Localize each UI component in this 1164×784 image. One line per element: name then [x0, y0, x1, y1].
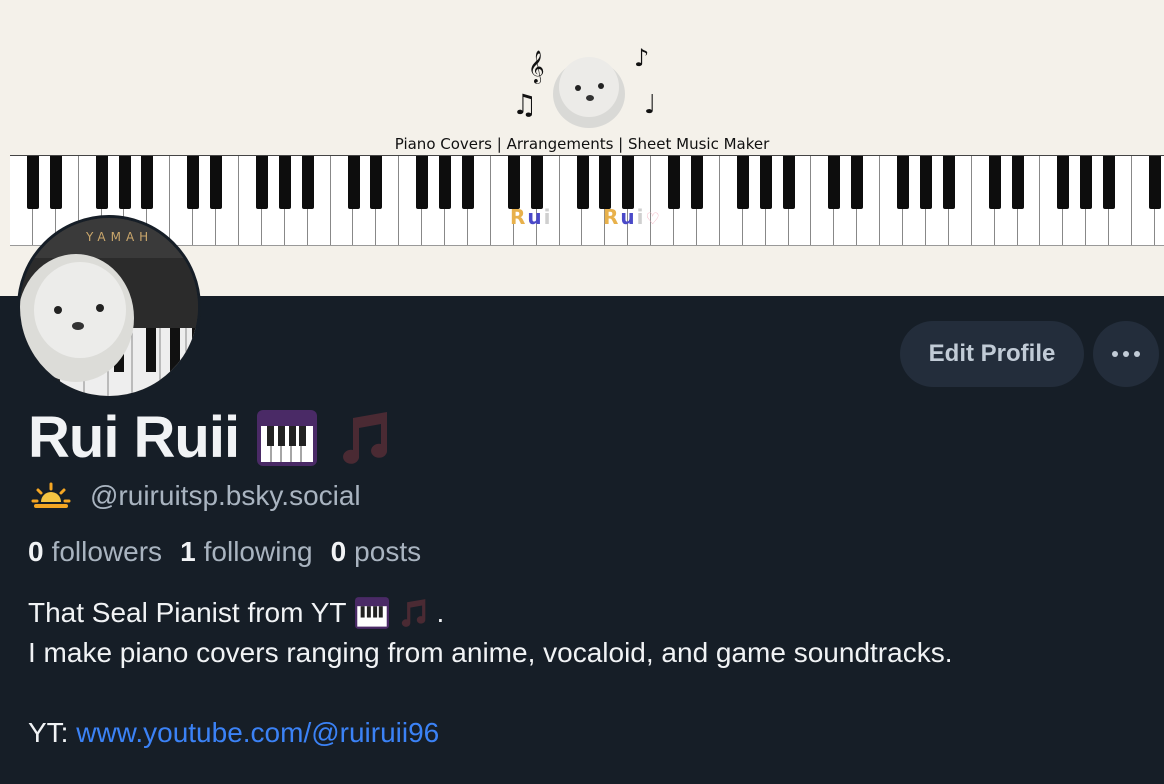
following-label: following	[203, 536, 313, 567]
piano-black-key	[347, 156, 360, 209]
rui-letter: u	[527, 205, 544, 229]
profile-stats: 0 followers 1 following 0 posts	[28, 536, 421, 568]
eighth-note-icon: ♪	[634, 44, 650, 72]
music-notes-icon	[401, 599, 425, 627]
piano-black-key	[1057, 156, 1070, 209]
piano-black-key	[576, 156, 589, 209]
piano-black-key	[920, 156, 932, 209]
piano-black-key	[210, 156, 223, 209]
more-options-button[interactable]	[1093, 321, 1159, 387]
bio-line-1-end: .	[436, 597, 445, 628]
piano-black-key	[187, 156, 200, 209]
banner-rui-text-right: Rui♡	[603, 205, 662, 229]
piano-black-key	[439, 156, 452, 209]
piano-black-key	[691, 156, 703, 209]
piano-black-key	[141, 156, 154, 209]
piano-black-key	[736, 156, 749, 209]
piano-black-key	[1149, 156, 1161, 209]
piano-black-key	[782, 156, 795, 209]
piano-black-key	[942, 156, 955, 209]
bio-line-1: That Seal Pianist from YT	[28, 597, 347, 628]
rui-letter: u	[620, 205, 637, 229]
posts-count: 0	[330, 536, 347, 567]
beamed-notes-icon: ♫	[512, 88, 538, 121]
display-name-text: Rui Ruii	[28, 405, 240, 470]
piano-black-key	[851, 156, 864, 209]
bio-blank-line	[28, 673, 952, 713]
piano-black-key	[301, 156, 314, 209]
piano-black-key	[255, 156, 268, 209]
ellipsis-icon	[1123, 351, 1129, 357]
piano-keys-icon	[354, 597, 389, 629]
rui-letter: R	[603, 205, 621, 229]
bio-line: That Seal Pianist from YT .	[28, 593, 952, 633]
banner-tagline: Piano Covers | Arrangements | Sheet Musi…	[394, 135, 770, 153]
bio-link-prefix: YT:	[28, 717, 77, 748]
handle-text[interactable]: @ruiruitsp.bsky.social	[90, 480, 361, 512]
piano-black-key	[1103, 156, 1116, 209]
following-stat[interactable]: 1 following	[180, 536, 313, 568]
piano-black-key	[759, 156, 772, 209]
piano-black-key	[622, 156, 635, 209]
piano-keys-icon	[257, 409, 318, 466]
avatar-brand-text: YAMAH	[86, 230, 154, 244]
avatar[interactable]: YAMAH	[17, 215, 201, 399]
piano-black-key	[988, 156, 1001, 209]
piano-black-key	[668, 156, 681, 209]
piano-black-key	[118, 156, 131, 209]
seal-logo-image	[553, 57, 625, 128]
treble-clef-icon: 𝄞	[528, 50, 545, 83]
banner-rui-text-left: Rui	[510, 205, 553, 229]
piano-black-key	[828, 156, 841, 209]
piano-black-key	[49, 156, 62, 209]
piano-black-key	[95, 156, 108, 209]
rui-letter: R	[510, 205, 528, 229]
followers-stat[interactable]: 0 followers	[28, 536, 162, 568]
piano-black-key	[278, 156, 291, 209]
piano-black-key	[416, 156, 429, 209]
ellipsis-icon	[1112, 351, 1118, 357]
youtube-link[interactable]: www.youtube.com/@ruiruii96	[76, 713, 439, 753]
following-count: 1	[180, 536, 196, 567]
music-notes-icon	[343, 411, 388, 464]
posts-stat: 0 posts	[331, 536, 422, 568]
rui-letter: i	[636, 205, 646, 229]
piano-black-key	[462, 156, 474, 209]
rui-letter: i	[543, 205, 553, 229]
piano-keyboard-graphic	[10, 155, 1164, 246]
piano-black-key	[1080, 156, 1093, 209]
bio-link-line: YT: www.youtube.com/@ruiruii96	[28, 713, 952, 753]
edit-profile-button[interactable]: Edit Profile	[900, 321, 1084, 387]
piano-black-key	[26, 156, 39, 209]
piano-black-key	[530, 156, 543, 209]
piano-black-key	[897, 156, 910, 209]
piano-black-key	[370, 156, 383, 209]
posts-label: posts	[354, 536, 422, 567]
piano-black-key	[507, 156, 520, 209]
bio-line-2: I make piano covers ranging from anime, …	[28, 637, 953, 668]
followers-count: 0	[28, 536, 44, 567]
ellipsis-icon	[1134, 351, 1140, 357]
profile-bio: That Seal Pianist from YT . I make piano…	[28, 593, 952, 753]
heart-icon: ♡	[645, 209, 662, 228]
quarter-note-icon: ♩	[644, 90, 657, 120]
piano-black-key	[1011, 156, 1024, 209]
followers-label: followers	[51, 536, 163, 567]
piano-black-key	[599, 156, 612, 209]
display-name: Rui Ruii	[28, 404, 393, 471]
avatar-seal-image	[20, 218, 198, 396]
sun-behind-cloud-icon	[31, 482, 71, 508]
handle-row: @ruiruitsp.bsky.social	[30, 480, 361, 512]
